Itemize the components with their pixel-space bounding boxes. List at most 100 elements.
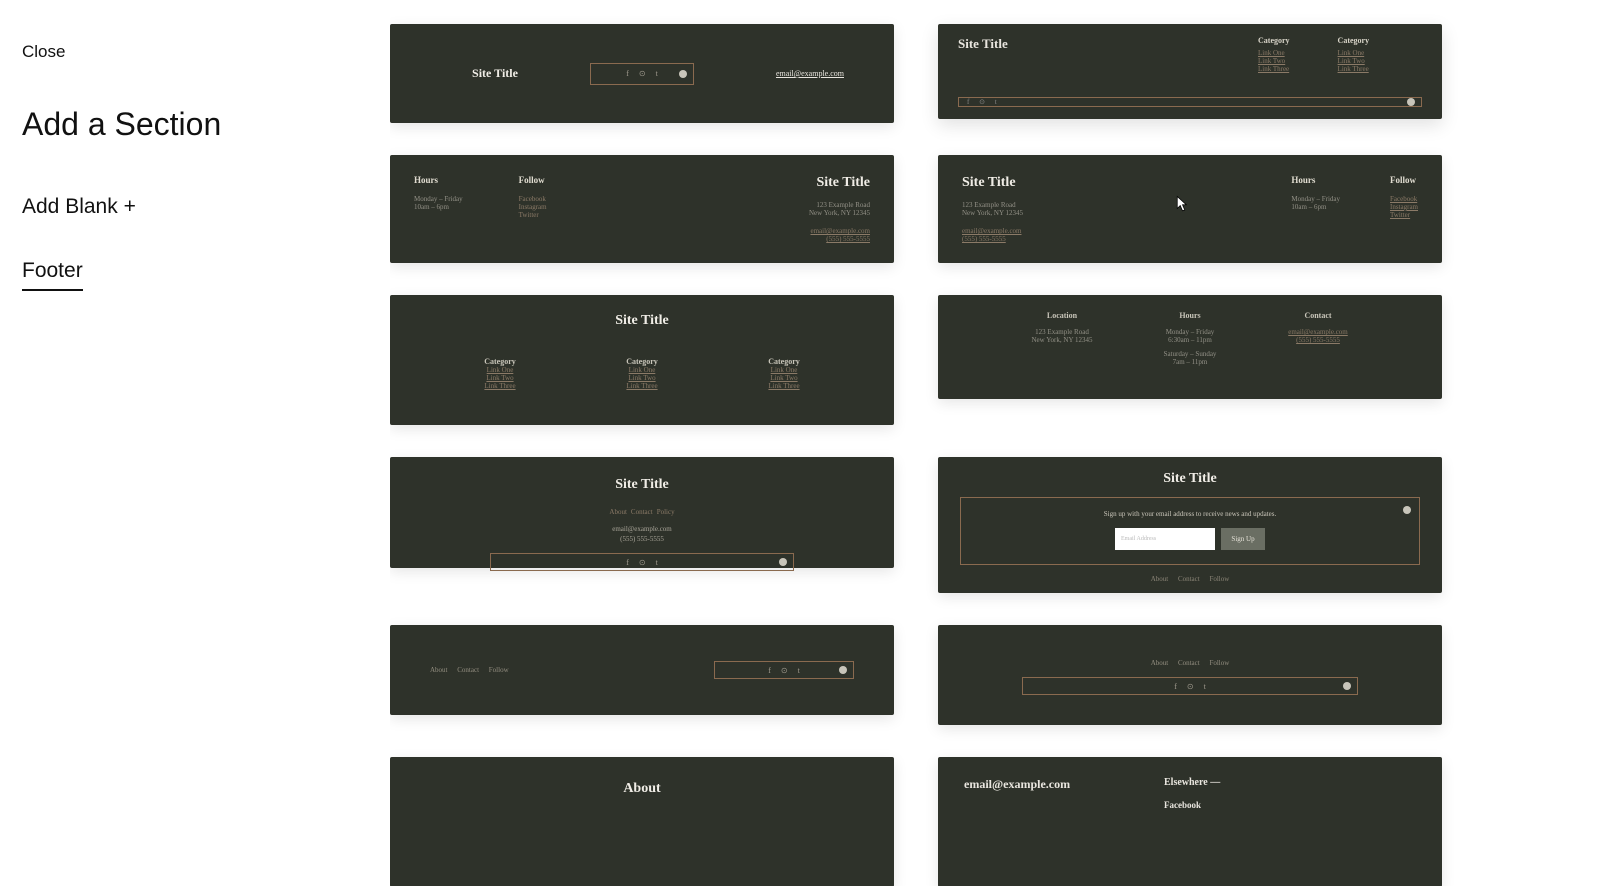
footer-template-3[interactable]: Hours Monday – Friday 10am – 6pm Follow …	[390, 155, 894, 263]
close-button[interactable]: Close	[22, 42, 390, 62]
instagram-icon: ⊙	[1187, 682, 1194, 691]
handle-icon	[1407, 98, 1415, 106]
facebook-link: Facebook	[519, 195, 547, 203]
instagram-link: Instagram	[1390, 203, 1418, 211]
footer-template-8[interactable]: Site Title Sign up with your email addre…	[938, 457, 1442, 593]
handle-icon	[839, 666, 847, 674]
hours-time: 10am – 6pm	[1291, 203, 1340, 211]
nav-links: About Contact Follow	[430, 666, 714, 674]
footer-template-12[interactable]: email@example.com Elsewhere — Facebook	[938, 757, 1442, 886]
twitter-icon: t	[798, 666, 800, 675]
category-footer[interactable]: Footer	[22, 259, 83, 291]
facebook-icon: f	[626, 69, 629, 78]
handle-icon	[779, 558, 787, 566]
phone-link: (555) 555-5555	[962, 235, 1023, 243]
twitter-icon: t	[656, 69, 658, 78]
link-one: Link One	[592, 366, 692, 374]
social-bar: f ⊙ t	[1022, 677, 1358, 695]
address-line1: 123 Example Road	[809, 201, 870, 209]
social-bar: f ⊙ t	[490, 553, 794, 571]
footer-template-6[interactable]: Location 123 Example Road New York, NY 1…	[938, 295, 1442, 399]
follow-link: Follow	[489, 666, 509, 674]
link-one: Link One	[1338, 49, 1370, 57]
footer-template-9[interactable]: About Contact Follow f ⊙ t	[390, 625, 894, 715]
email-text: email@example.com	[450, 525, 834, 533]
about-link: About	[1151, 575, 1169, 583]
link-three: Link Three	[450, 382, 550, 390]
link-two: Link Two	[734, 374, 834, 382]
phone-link: (555) 555-5555	[809, 235, 870, 243]
category-heading: Category	[592, 357, 692, 366]
hours-heading: Hours	[1126, 311, 1254, 320]
hours-time: 10am – 6pm	[414, 203, 463, 211]
category-heading: Category	[1338, 36, 1370, 45]
hours-line: Saturday – Sunday	[1126, 350, 1254, 358]
footer-template-2[interactable]: Site Title Category Link One Link Two Li…	[938, 24, 1442, 119]
hours-heading: Hours	[1291, 175, 1340, 185]
contact-link: Contact	[1178, 575, 1200, 583]
email-heading: email@example.com	[964, 777, 1164, 867]
follow-heading: Follow	[519, 175, 547, 185]
signup-button[interactable]: Sign Up	[1221, 528, 1265, 550]
address-line2: New York, NY 12345	[809, 209, 870, 217]
contact-link: Contact	[1178, 659, 1200, 667]
footer-template-4[interactable]: Site Title 123 Example Road New York, NY…	[938, 155, 1442, 263]
panel-title: Add a Section	[22, 106, 390, 143]
follow-heading: Follow	[1390, 175, 1418, 185]
email-link: email@example.com	[734, 69, 844, 78]
footer-template-1[interactable]: Site Title f ⊙ t email@example.com	[390, 24, 894, 123]
link-two: Link Two	[1258, 57, 1290, 65]
site-title: Site Title	[440, 66, 550, 81]
address-line1: 123 Example Road	[962, 201, 1023, 209]
link-three: Link Three	[1338, 65, 1370, 73]
contact-link: Contact	[631, 508, 653, 516]
signup-box: Sign up with your email address to recei…	[960, 497, 1420, 565]
nav-links: About Contact Follow	[960, 659, 1420, 667]
email-input[interactable]: Email Address	[1115, 528, 1215, 550]
link-one: Link One	[1258, 49, 1290, 57]
about-heading: About	[450, 781, 834, 797]
footer-template-5[interactable]: Site Title Category Link One Link Two Li…	[390, 295, 894, 425]
twitter-link: Twitter	[519, 211, 547, 219]
site-title: Site Title	[809, 175, 870, 191]
twitter-icon: t	[656, 558, 658, 567]
footer-template-7[interactable]: Site Title About Contact Policy email@ex…	[390, 457, 894, 568]
location-heading: Location	[998, 311, 1126, 320]
contact-heading: Contact	[1254, 311, 1382, 320]
footer-template-11[interactable]: About	[390, 757, 894, 886]
email-link: email@example.com	[962, 227, 1023, 235]
handle-icon	[679, 70, 687, 78]
about-link: About	[430, 666, 448, 674]
hours-heading: Hours	[414, 175, 463, 185]
hours-days: Monday – Friday	[1291, 195, 1340, 203]
footer-template-10[interactable]: About Contact Follow f ⊙ t	[938, 625, 1442, 725]
signup-text: Sign up with your email address to recei…	[981, 510, 1399, 518]
address-line1: 123 Example Road	[998, 328, 1126, 336]
hours-days: Monday – Friday	[414, 195, 463, 203]
instagram-icon: ⊙	[639, 69, 646, 78]
phone-link: (555) 555-5555	[1254, 336, 1382, 344]
site-title: Site Title	[450, 477, 834, 493]
link-two: Link Two	[450, 374, 550, 382]
add-blank-button[interactable]: Add Blank +	[22, 195, 390, 219]
facebook-icon: f	[1174, 682, 1177, 691]
email-link: email@example.com	[809, 227, 870, 235]
link-two: Link Two	[592, 374, 692, 382]
hours-line: Monday – Friday	[1126, 328, 1254, 336]
link-three: Link Three	[734, 382, 834, 390]
hours-line: 7am – 11pm	[1126, 358, 1254, 366]
instagram-icon: ⊙	[639, 558, 646, 567]
category-heading: Category	[450, 357, 550, 366]
facebook-icon: f	[768, 666, 771, 675]
facebook-link: Facebook	[1164, 800, 1220, 810]
social-bar: f ⊙ t	[958, 97, 1422, 107]
elsewhere-heading: Elsewhere —	[1164, 777, 1220, 788]
email-link: email@example.com	[1254, 328, 1382, 336]
social-bar: f ⊙ t	[590, 63, 694, 85]
social-bar: f ⊙ t	[714, 661, 854, 679]
twitter-icon: t	[1204, 682, 1206, 691]
sidebar: Close Add a Section Add Blank + Footer	[0, 0, 390, 886]
address-line2: New York, NY 12345	[962, 209, 1023, 217]
policy-link: Policy	[657, 508, 675, 516]
nav-links: About Contact Follow	[960, 575, 1420, 583]
